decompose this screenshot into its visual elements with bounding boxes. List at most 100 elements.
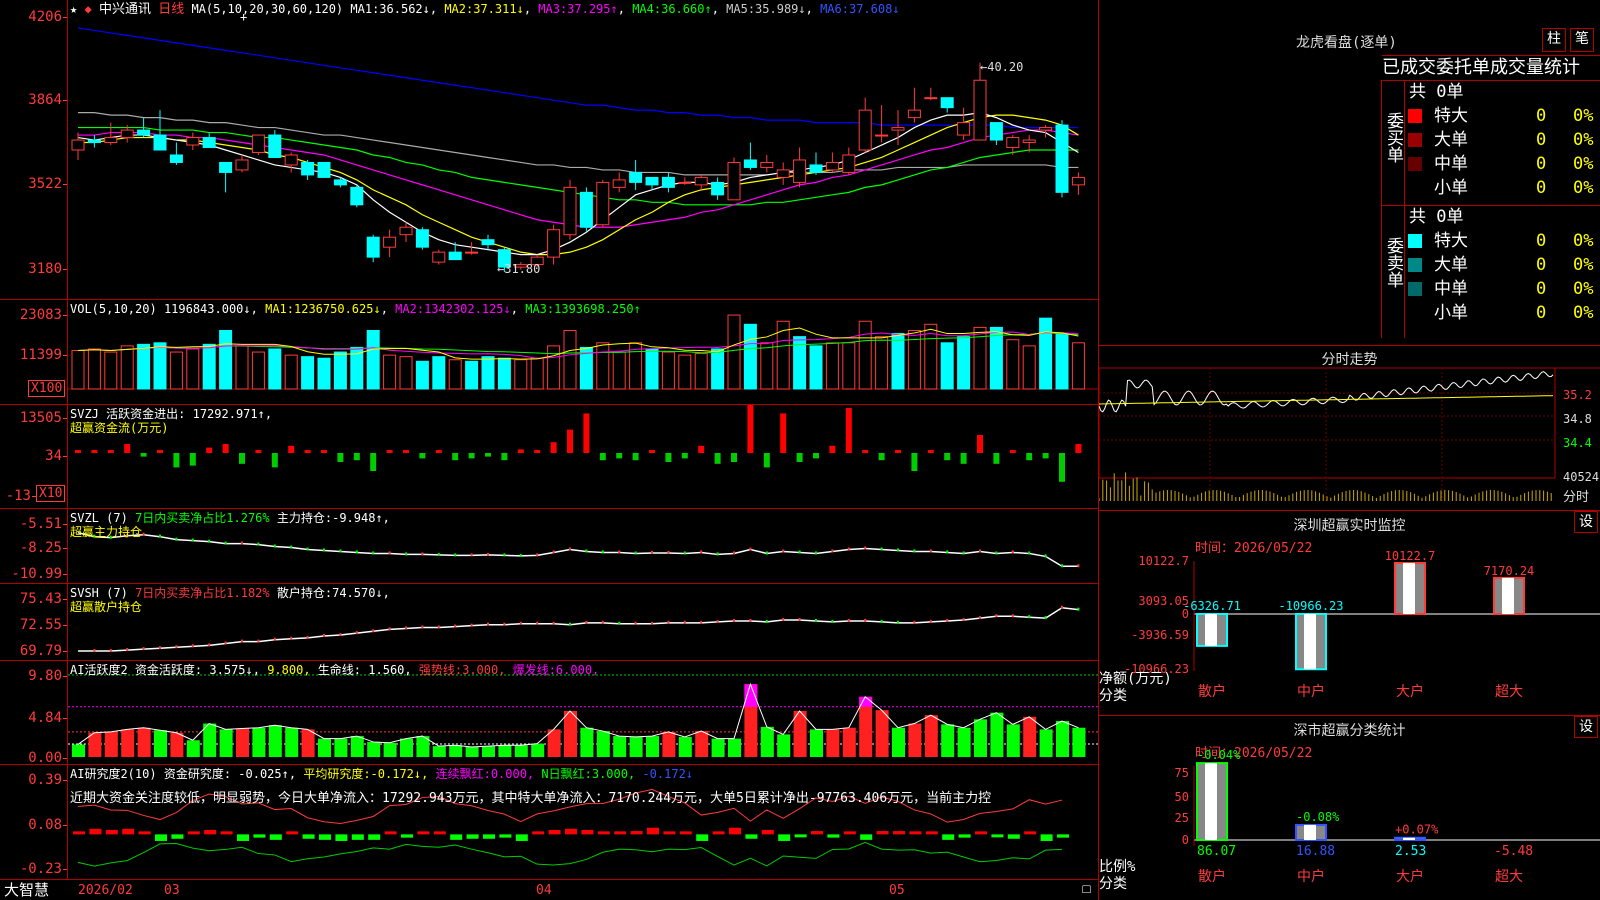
ma4-name: MA4: bbox=[632, 2, 662, 16]
svsh-line-tick bbox=[503, 622, 506, 626]
candle bbox=[71, 139, 85, 151]
research-bar bbox=[696, 834, 709, 841]
kline-chart[interactable] bbox=[0, 0, 1098, 300]
activity-bar bbox=[367, 741, 381, 757]
flow-bar bbox=[452, 453, 459, 461]
svsh-line-tick bbox=[683, 620, 686, 624]
ma6-name: MA6: bbox=[820, 2, 849, 16]
volume-bar bbox=[87, 348, 101, 390]
activity-bar bbox=[580, 727, 594, 757]
brand-label[interactable]: 大智慧 bbox=[4, 880, 49, 900]
svsh-line-tick bbox=[749, 618, 752, 622]
intraday-chart[interactable] bbox=[1099, 346, 1600, 511]
volume-header: VOL(5,10,20) 1196843.000↓, MA1:1236750.6… bbox=[70, 302, 641, 316]
activity-bar bbox=[875, 710, 889, 757]
svsh-line-tick bbox=[585, 620, 588, 624]
svsh-line-tick bbox=[946, 618, 949, 622]
pen-mode-button[interactable]: 笔 bbox=[1570, 28, 1594, 52]
svsh-panel[interactable]: 75.43 72.55 69.79 SVSH (7) 7日内买卖净占比1.182… bbox=[0, 584, 1098, 661]
activity-bar bbox=[137, 727, 151, 757]
svsh-line-tick bbox=[437, 625, 440, 629]
candle bbox=[235, 159, 249, 171]
svzl-line-tick bbox=[962, 551, 965, 555]
svzj-panel[interactable]: 13505 34 -13 X10 SVZJ 活跃资金进出: 17292.971↑… bbox=[0, 405, 1098, 509]
intraday-tick: 34.8 bbox=[1563, 412, 1592, 426]
activity-bar bbox=[514, 745, 528, 757]
volume-bar bbox=[333, 351, 347, 390]
candle bbox=[268, 134, 282, 158]
svsh-line-tick bbox=[454, 624, 457, 628]
svzl-line-tick bbox=[1044, 554, 1047, 558]
svsh-line-tick bbox=[929, 619, 932, 623]
svsh-line-tick bbox=[897, 620, 899, 624]
ai-research-chart[interactable] bbox=[0, 765, 1098, 880]
flow-bar bbox=[1059, 453, 1065, 482]
svzl-line-tick bbox=[667, 550, 670, 554]
flow-bar bbox=[599, 453, 606, 461]
class-tick: 75 bbox=[1175, 766, 1189, 780]
volume-panel[interactable]: 23083 11399 X100 VOL(5,10,20) 1196843.00… bbox=[0, 300, 1098, 405]
research-bar bbox=[565, 828, 577, 835]
sz-class-panel[interactable]: 深市超赢分类统计 设 时间：2026/05/22 75 50 25 0 -0.04% 86… bbox=[1099, 715, 1600, 900]
svsh-line-tick bbox=[470, 623, 473, 627]
intraday-panel[interactable]: 分时走势 35.2 34.8 34.4 40524 分时 bbox=[1099, 345, 1600, 510]
svsh-holding-label: 散户持仓: bbox=[276, 586, 333, 600]
ma-params: MA(5,10,20,30,60,120) bbox=[191, 2, 344, 16]
period-label[interactable]: 日线 bbox=[158, 2, 184, 17]
svsh-line-tick bbox=[798, 618, 801, 622]
ratio-value: 16.88 bbox=[1296, 844, 1335, 859]
activity-bar bbox=[810, 729, 823, 757]
ai-research-panel[interactable]: 0.39 0.08 -0.23 AI研究度2(10) 资金研究度: -0.025… bbox=[0, 765, 1098, 880]
stock-name[interactable]: 中兴通讯 bbox=[99, 2, 151, 17]
ma1-name: MA1: bbox=[350, 2, 380, 16]
research-bar bbox=[893, 831, 905, 835]
volume-bar bbox=[678, 354, 692, 390]
svzl-line-tick bbox=[782, 549, 785, 553]
sz-monitor-chart[interactable]: 10122.73093.050-3936.59-10966.23-6326.71… bbox=[1099, 511, 1600, 716]
flow-bar bbox=[763, 453, 770, 468]
volume-bar bbox=[432, 356, 446, 390]
svzl-line-tick bbox=[339, 549, 342, 553]
candle bbox=[694, 176, 708, 186]
candle bbox=[825, 161, 839, 171]
ai-activity-panel[interactable]: 9.80 4.84 0.00 AI活跃度2 资金活跃度: 3.575↓, 9.8… bbox=[0, 661, 1098, 765]
svsh-line-tick bbox=[323, 633, 325, 637]
activity-bar bbox=[678, 736, 692, 757]
research-bar bbox=[811, 831, 823, 835]
volume-bar bbox=[104, 351, 118, 390]
bar-mode-button[interactable]: 柱 bbox=[1542, 28, 1566, 52]
ratio-change: +0.07% bbox=[1395, 823, 1439, 837]
volume-bar bbox=[235, 345, 249, 390]
candle bbox=[1006, 137, 1020, 149]
activity-bar bbox=[1006, 724, 1020, 757]
sz-monitor-panel[interactable]: 深圳超赢实时监控 设 时间：2026/05/22 10122.7 3093.05 0… bbox=[1099, 510, 1600, 715]
svzl-panel[interactable]: -5.51 -8.25 -10.99 SVZL (7) 7日内买卖净占比1.27… bbox=[0, 509, 1098, 584]
buy-total: 共 0单 bbox=[1409, 82, 1464, 102]
svsh-line-tick bbox=[979, 616, 981, 620]
svzl-line-tick bbox=[946, 550, 949, 554]
research-bar bbox=[548, 829, 561, 835]
svzl-line-tick bbox=[880, 547, 883, 551]
candle bbox=[661, 176, 675, 188]
candle bbox=[432, 251, 446, 263]
star-icon[interactable]: ★ bbox=[70, 2, 77, 16]
svzj-label: 活跃资金进出: bbox=[106, 407, 186, 421]
nday-label: N日飘红: bbox=[541, 767, 592, 781]
lock-icon[interactable] bbox=[1082, 885, 1091, 893]
kline-panel[interactable]: 4206 3864 3522 3180 ★ ◆ 中兴通讯 日线 MA(5,10,… bbox=[0, 0, 1098, 300]
category-label: 分类 bbox=[1099, 688, 1127, 704]
flow-bar bbox=[927, 450, 934, 453]
svzl-line-tick bbox=[864, 546, 867, 550]
research-bar bbox=[614, 831, 627, 835]
burst-bar bbox=[744, 684, 758, 707]
sz-class-chart[interactable]: 75 50 25 0 -0.04% 86.07 散户 -0.08% 16.88 中户 +0.07% 2… bbox=[1099, 716, 1600, 900]
candle bbox=[858, 109, 872, 151]
svzl-line-tick bbox=[897, 548, 899, 552]
research-bar bbox=[663, 831, 676, 835]
research-bar bbox=[581, 829, 594, 835]
candle bbox=[350, 186, 364, 206]
order-qty: 0 bbox=[1536, 130, 1547, 150]
burst-line-value: 6.000, bbox=[555, 663, 600, 677]
flow-bar bbox=[616, 453, 623, 459]
research-bar bbox=[876, 831, 889, 835]
